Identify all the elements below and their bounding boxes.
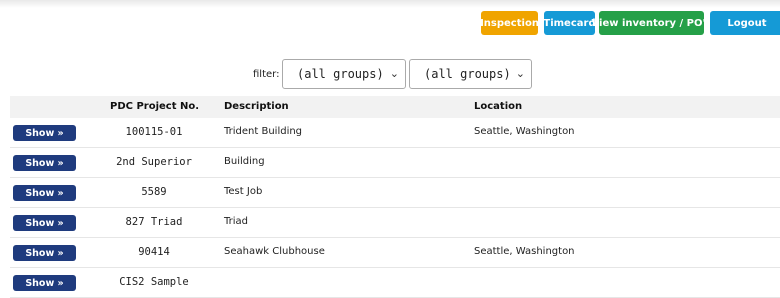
view-inventory-button[interactable]: View inventory / PO's	[591, 11, 712, 35]
group-filter-2-value: (all groups)	[424, 67, 511, 81]
project-location: Seattle, Washington	[474, 126, 575, 137]
logout-button[interactable]: Logout	[710, 11, 780, 35]
project-number: 2nd Superior	[116, 156, 192, 168]
project-number: 100115-01	[125, 126, 183, 138]
table-row: Show » 827 Triad Triad	[10, 208, 780, 238]
filter-label: filter:	[253, 69, 280, 80]
chevron-down-icon: ⌄	[389, 67, 399, 80]
project-number: 827 Triad	[125, 216, 183, 228]
top-bar-shadow	[0, 0, 780, 8]
table-row: Show » 5589 Test Job	[10, 178, 780, 208]
project-number: 90414	[138, 246, 170, 258]
show-button[interactable]: Show »	[13, 155, 76, 171]
project-description: Triad	[224, 216, 249, 227]
column-header-location: Location	[474, 101, 523, 112]
project-description: Building	[224, 156, 265, 167]
table-row: Show » 2nd Superior Building	[10, 148, 780, 178]
show-button[interactable]: Show »	[13, 275, 76, 291]
table-row: Show » 100115-01 Trident Building Seattl…	[10, 118, 780, 148]
chevron-down-icon: ⌄	[515, 67, 525, 80]
project-location: Seattle, Washington	[474, 246, 575, 257]
inspection-button[interactable]: Inspection	[480, 11, 539, 35]
column-header-project: PDC Project No.	[110, 101, 200, 112]
project-description: Seahawk Clubhouse	[224, 246, 325, 257]
show-button[interactable]: Show »	[13, 245, 76, 261]
project-description: Trident Building	[224, 126, 303, 137]
group-filter-1-value: (all groups)	[297, 67, 384, 81]
show-button[interactable]: Show »	[13, 185, 76, 201]
show-button[interactable]: Show »	[13, 125, 76, 141]
project-description: Test Job	[224, 186, 263, 197]
group-filter-select-1[interactable]: (all groups) ⌄	[282, 59, 406, 89]
table-row: Show » CIS2 Sample	[10, 268, 780, 298]
table-row: Show » 90414 Seahawk Clubhouse Seattle, …	[10, 238, 780, 268]
timecard-button[interactable]: Timecard	[543, 11, 596, 35]
column-header-description: Description	[224, 101, 289, 112]
project-number: CIS2 Sample	[119, 276, 189, 288]
project-number: 5589	[141, 186, 167, 198]
show-button[interactable]: Show »	[13, 215, 76, 231]
group-filter-select-2[interactable]: (all groups) ⌄	[409, 59, 532, 89]
